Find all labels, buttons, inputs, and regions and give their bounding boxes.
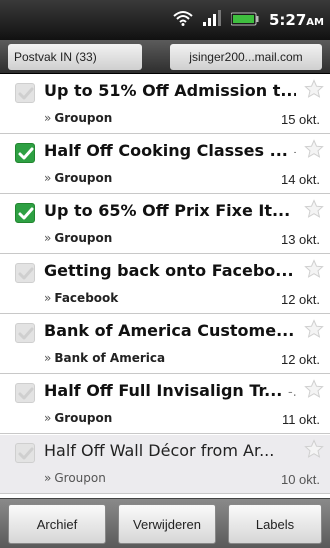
email-date: 13 okt. <box>280 232 320 247</box>
sender-name: Groupon <box>54 171 113 185</box>
email-subject: Half Off Wall Décor from Ar... <box>44 441 296 465</box>
checkmark-icon <box>18 87 34 100</box>
clock: 5:27AM <box>268 11 324 29</box>
sender-name: Groupon <box>54 111 113 125</box>
sender-name: Groupon <box>54 231 113 245</box>
email-subject: Getting back onto Facebo... <box>44 261 296 285</box>
checkbox[interactable] <box>15 383 35 403</box>
email-subject: Half Off Cooking Classes ... -... <box>44 141 296 165</box>
checkmark-icon <box>18 327 34 340</box>
checkbox-checked[interactable] <box>15 203 35 223</box>
email-sender: » Groupon <box>44 171 112 185</box>
star-icon[interactable] <box>304 379 324 403</box>
email-date: 15 okt. <box>280 112 320 127</box>
checkbox[interactable] <box>15 323 35 343</box>
star-icon[interactable] <box>304 199 324 223</box>
sender-marker: » <box>44 231 52 245</box>
email-subject: Half Off Full Invisalign Tr... -... <box>44 381 296 405</box>
email-date: 12 okt. <box>280 352 320 367</box>
email-date: 14 okt. <box>280 172 320 187</box>
checkmark-icon <box>18 447 34 460</box>
email-subject-text: Up to 65% Off Prix Fixe It... <box>44 201 291 220</box>
archive-button[interactable]: Archief <box>8 504 106 544</box>
email-subject-text: Half Off Full Invisalign Tr... <box>44 381 283 400</box>
email-subject-text: Up to 51% Off Admission t... <box>44 81 296 100</box>
email-date: 10 okt. <box>280 472 320 487</box>
email-sender: » Groupon <box>44 111 112 125</box>
email-sender: » Facebook <box>44 291 118 305</box>
email-row[interactable]: Bank of America Custome... » Bank of Ameri… <box>0 315 330 374</box>
star-icon[interactable] <box>304 79 324 103</box>
mail-header: Postvak IN (33) jsinger200...mail.com <box>0 40 330 74</box>
checkbox[interactable] <box>15 263 35 283</box>
sender-marker: » <box>44 291 52 305</box>
star-icon[interactable] <box>304 259 324 283</box>
email-subject: Bank of America Custome... <box>44 321 296 345</box>
email-subject-text: Bank of America Custome... <box>44 321 295 340</box>
labels-button[interactable]: Labels <box>228 504 322 544</box>
email-subject: Up to 65% Off Prix Fixe It... -... <box>44 201 296 225</box>
sender-marker: » <box>44 471 52 485</box>
email-date: 11 okt. <box>281 412 320 427</box>
email-date: 12 okt. <box>280 292 320 307</box>
wifi-icon <box>173 10 193 30</box>
status-icons: 5:27AM <box>173 0 324 40</box>
checkmark-icon <box>18 207 34 220</box>
sender-marker: » <box>44 111 52 125</box>
email-sender: » Groupon <box>44 471 106 485</box>
checkmark-icon <box>18 387 34 400</box>
sender-name: Bank of America <box>54 351 166 365</box>
checkbox[interactable] <box>15 83 35 103</box>
email-subject: Up to 51% Off Admission t... <box>44 81 296 105</box>
status-bar: 5:27AM <box>0 0 330 40</box>
email-snippet-truncation: -... <box>293 145 296 160</box>
checkbox-checked[interactable] <box>15 143 35 163</box>
sender-marker: » <box>44 351 52 365</box>
email-sender: » Groupon <box>44 231 112 245</box>
account-tab[interactable]: jsinger200...mail.com <box>170 44 322 70</box>
email-sender: » Groupon <box>44 411 112 425</box>
sender-name: Facebook <box>54 291 119 305</box>
sender-marker: » <box>44 171 52 185</box>
star-icon[interactable] <box>304 439 324 463</box>
email-subject-text: Getting back onto Facebo... <box>44 261 294 280</box>
email-row[interactable]: Getting back onto Facebo... » Facebook 12 o… <box>0 255 330 314</box>
star-icon[interactable] <box>304 139 324 163</box>
email-row[interactable]: Up to 51% Off Admission t... » Groupon 15 o… <box>0 75 330 134</box>
email-snippet-truncation: -... <box>287 385 296 400</box>
checkmark-icon <box>18 147 34 160</box>
star-icon[interactable] <box>304 319 324 343</box>
battery-icon <box>230 11 259 30</box>
email-subject-text: Half Off Cooking Classes ... <box>44 141 288 160</box>
checkmark-icon <box>18 267 34 280</box>
delete-button[interactable]: Verwijderen <box>118 504 216 544</box>
folder-tab[interactable]: Postvak IN (33) <box>8 44 142 70</box>
email-list[interactable]: Up to 51% Off Admission t...» Groupon 15 o… <box>0 75 330 497</box>
email-row[interactable]: Half Off Cooking Classes ... -... »Groupo… <box>0 135 330 194</box>
action-toolbar: Archief Verwijderen Labels <box>0 498 330 548</box>
checkbox[interactable] <box>15 443 35 463</box>
email-sender: » Bank of America <box>44 351 165 365</box>
email-row[interactable]: Up to 65% Off Prix Fixe It... -... »Group… <box>0 195 330 254</box>
sender-name: Groupon <box>54 471 106 485</box>
sender-name: Groupon <box>54 411 113 425</box>
email-row[interactable]: Half Off Wall Décor from Ar... » Groupon 10… <box>0 435 330 494</box>
sender-marker: » <box>44 411 52 425</box>
signal-icon <box>202 10 221 30</box>
email-subject-text: Half Off Wall Décor from Ar... <box>44 441 275 460</box>
email-row[interactable]: Half Off Full Invisalign Tr... -... »Grou… <box>0 375 330 434</box>
